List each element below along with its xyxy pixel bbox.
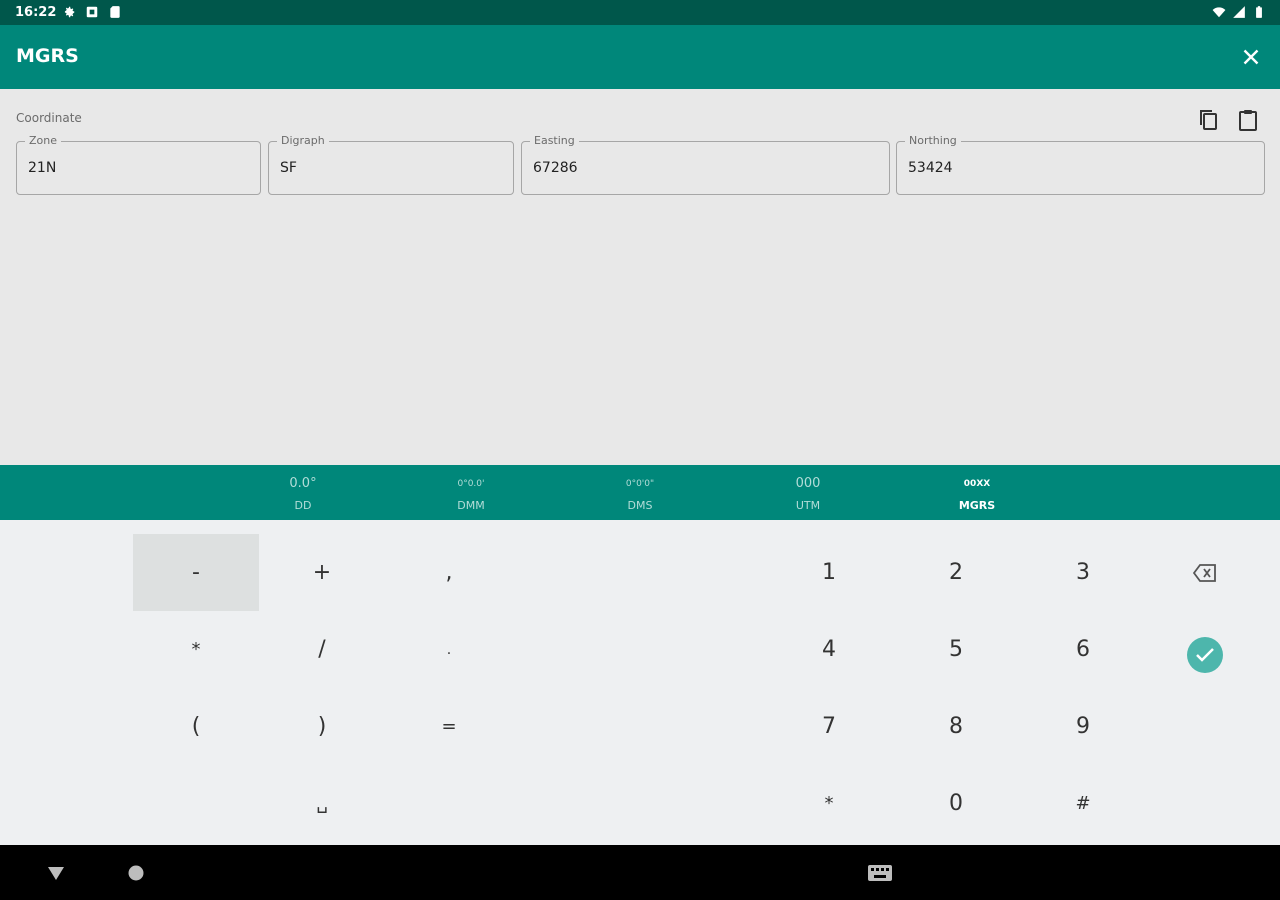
page-title: MGRS — [16, 45, 79, 67]
confirm-button[interactable] — [1142, 611, 1268, 688]
zone-value[interactable]: 21N — [28, 160, 56, 176]
tab-dd[interactable]: 0.0° DD — [243, 465, 363, 520]
key-comma[interactable]: , — [386, 534, 512, 611]
zone-field[interactable]: Zone 21N — [16, 134, 261, 195]
digraph-label: Digraph — [277, 134, 329, 148]
dms-sample: 0°0'0" — [625, 479, 655, 489]
key-hash[interactable]: # — [1020, 765, 1146, 842]
format-tabs: 0.0° DD 0°0.0' DMM 0°0'0" DMS 000 UTM 00… — [0, 465, 1280, 520]
key-8[interactable]: 8 — [893, 688, 1019, 765]
tab-dmm[interactable]: 0°0.0' DMM — [411, 465, 531, 520]
clipboard-icon[interactable] — [1236, 107, 1260, 133]
key-7[interactable]: 7 — [766, 688, 892, 765]
key-3[interactable]: 3 — [1020, 534, 1146, 611]
northing-field[interactable]: Northing 53424 — [896, 134, 1265, 195]
utm-sample: 000 — [795, 476, 821, 491]
key-4[interactable]: 4 — [766, 611, 892, 688]
mgrs-label: MGRS — [958, 499, 996, 512]
tab-utm[interactable]: 000 UTM — [748, 465, 868, 520]
dmm-label: DMM — [457, 499, 485, 512]
dd-sample: 0.0° — [289, 476, 317, 491]
tab-mgrs[interactable]: 00XX MGRS — [917, 465, 1037, 520]
key-plus[interactable]: + — [259, 534, 385, 611]
key-0[interactable]: 0 — [893, 765, 1019, 842]
status-time: 16:22 — [15, 5, 57, 20]
key-close-paren[interactable]: ) — [259, 688, 385, 765]
key-open-paren[interactable]: ( — [133, 688, 259, 765]
key-equals[interactable]: = — [386, 688, 512, 765]
close-icon[interactable] — [1238, 44, 1264, 70]
easting-label: Easting — [530, 134, 579, 148]
key-2[interactable]: 2 — [893, 534, 1019, 611]
northing-label: Northing — [905, 134, 961, 148]
digraph-value[interactable]: SF — [280, 160, 297, 176]
mgrs-sample: 00XX — [963, 479, 991, 489]
backspace-icon — [1193, 563, 1216, 582]
northing-value[interactable]: 53424 — [908, 160, 953, 176]
digraph-field[interactable]: Digraph SF — [268, 134, 514, 195]
backspace-button[interactable] — [1142, 534, 1268, 611]
check-circle-icon — [1187, 636, 1223, 673]
key-star[interactable]: * — [766, 765, 892, 842]
zone-label: Zone — [25, 134, 62, 148]
key-5[interactable]: 5 — [893, 611, 1019, 688]
tab-dms[interactable]: 0°0'0" DMS — [580, 465, 700, 520]
signal-icon — [1233, 6, 1245, 18]
key-space[interactable]: ␣ — [259, 765, 385, 842]
dd-label: DD — [294, 499, 312, 512]
coordinate-label: Coordinate — [16, 111, 82, 125]
copy-icon[interactable] — [1196, 107, 1220, 133]
status-bar: 16:22 — [0, 0, 1280, 25]
home-circle-icon[interactable] — [128, 865, 144, 881]
key-slash[interactable]: / — [259, 611, 385, 688]
key-1[interactable]: 1 — [766, 534, 892, 611]
sd-card-icon — [110, 6, 120, 18]
app-bar: MGRS — [0, 25, 1280, 89]
key-9[interactable]: 9 — [1020, 688, 1146, 765]
key-period[interactable]: . — [386, 611, 512, 688]
dms-label: DMS — [627, 499, 653, 512]
battery-icon — [1256, 6, 1262, 18]
settings-icon — [64, 6, 75, 18]
notification-icon — [86, 6, 98, 18]
easting-field[interactable]: Easting 67286 — [521, 134, 890, 195]
key-6[interactable]: 6 — [1020, 611, 1146, 688]
coordinate-panel: Coordinate Zone 21N Digraph SF Easting 6… — [0, 89, 1280, 465]
key-asterisk[interactable]: * — [133, 611, 259, 688]
navigation-bar — [0, 845, 1280, 900]
easting-value[interactable]: 67286 — [533, 160, 578, 176]
keypad: - + , * / . ( ) = ␣ 1 2 3 4 5 6 7 8 9 * … — [0, 520, 1280, 845]
key-minus[interactable]: - — [133, 534, 259, 611]
wifi-icon — [1212, 7, 1226, 18]
utm-label: UTM — [795, 499, 821, 512]
dmm-sample: 0°0.0' — [457, 479, 485, 489]
back-triangle-icon[interactable] — [47, 865, 65, 881]
keyboard-icon[interactable] — [867, 864, 893, 882]
